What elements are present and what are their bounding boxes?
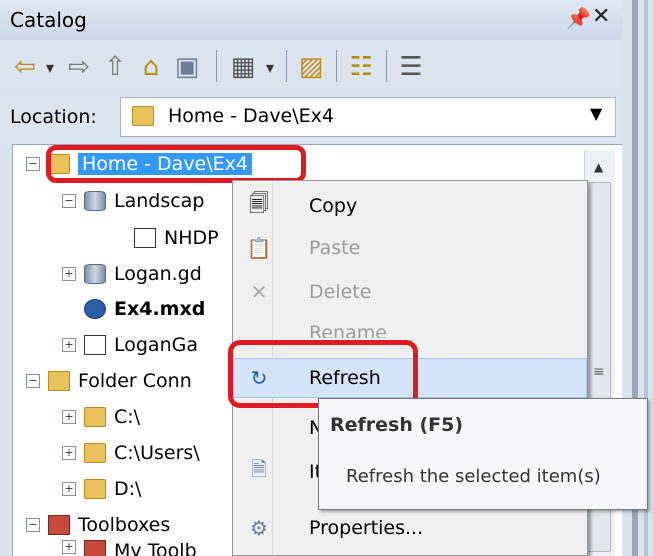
folder-icon (84, 407, 106, 427)
menu-item-label: Rename (309, 322, 387, 338)
tree-item-label: My Toolb (114, 540, 197, 556)
tooltip-title: Refresh (F5) (330, 414, 464, 436)
catalog-tree-icon[interactable]: ☷ (346, 50, 376, 84)
toolboxes-icon (48, 515, 70, 535)
toolbar-separator (386, 50, 387, 82)
toolbar-separator (336, 50, 337, 82)
geodatabase-icon (84, 264, 106, 284)
dropdown-arrow-icon[interactable]: ▾ (42, 50, 58, 84)
tree-item-my-toolboxes[interactable]: + My Toolb (62, 540, 197, 556)
menu-item-label: Properties... (309, 517, 424, 539)
tree-item-label: Toolboxes (78, 514, 171, 536)
back-icon[interactable]: ⇦ (10, 50, 40, 84)
location-value: Home - Dave\Ex4 (168, 105, 334, 127)
grip-icon: ≡ (593, 364, 605, 380)
folder-home-icon (132, 106, 154, 126)
menu-item-copy[interactable]: 🗐 Copy (233, 186, 587, 226)
geodatabase-icon (84, 191, 106, 211)
options-icon[interactable]: ☰ (396, 50, 426, 84)
folder-icon (84, 479, 106, 499)
tree-item-logan-ga[interactable]: + LoganGa (62, 330, 198, 360)
collapse-icon[interactable]: − (26, 518, 40, 532)
window-title: Catalog (10, 8, 87, 32)
expand-icon[interactable]: + (62, 410, 76, 424)
tree-item-label: Logan.gd (114, 263, 202, 285)
forward-icon[interactable]: ⇨ (64, 50, 94, 84)
expand-icon[interactable]: + (62, 338, 76, 352)
tree-item-label: Folder Conn (78, 370, 192, 392)
expand-icon[interactable]: + (62, 482, 76, 496)
toolbar-separator (216, 50, 217, 82)
new-folder-icon[interactable]: ▨ (296, 50, 326, 84)
up-one-level-icon[interactable]: ⇧ (100, 50, 130, 84)
home-icon[interactable]: ⌂ (136, 50, 166, 84)
tree-item-label: C:\Users\ (114, 442, 200, 464)
folder-icon (84, 443, 106, 463)
menu-item-paste[interactable]: 📋 Paste (233, 228, 587, 268)
folder-connections-icon (48, 371, 70, 391)
expand-icon[interactable]: + (62, 446, 76, 460)
views-icon[interactable]: ▦ (228, 50, 258, 84)
tree-item-c-users[interactable]: + C:\Users\ (62, 438, 200, 468)
tree-item-folder-connections[interactable]: − Folder Conn (26, 366, 192, 396)
tree-item-nhdp[interactable]: NHDP (134, 223, 219, 253)
tooltip-body: Refresh the selected item(s) (346, 466, 601, 487)
collapse-icon[interactable]: − (26, 374, 40, 388)
tree-item-label: LoganGa (114, 334, 198, 356)
pin-icon[interactable]: 📌 (566, 6, 591, 30)
toolbox-file-icon (84, 335, 106, 355)
menu-item-properties[interactable]: ⚙ Properties... (233, 508, 587, 548)
tree-item-d-drive[interactable]: + D:\ (62, 474, 141, 504)
tree-item-ex4-mxd[interactable]: Ex4.mxd (84, 294, 205, 324)
toolbar-separator (286, 50, 287, 82)
tree-item-toolboxes[interactable]: − Toolboxes (26, 510, 170, 540)
tree-item-label: Landscap (114, 190, 205, 212)
views-dropdown-icon[interactable]: ▾ (262, 50, 278, 84)
scroll-up-icon[interactable]: ▲ (594, 160, 603, 174)
tree-item-label: C:\ (114, 406, 141, 428)
connect-folder-icon[interactable]: ▣ (172, 50, 202, 84)
highlight-annotation (46, 145, 306, 183)
menu-item-label: Paste (309, 237, 361, 259)
location-label: Location: (10, 106, 97, 128)
expand-icon[interactable]: + (62, 267, 76, 281)
tree-item-logan-gdb[interactable]: + Logan.gd (62, 259, 202, 289)
feature-class-icon (134, 228, 156, 248)
title-bar (0, 0, 622, 40)
paste-icon: 📋 (246, 236, 272, 260)
tree-item-label: D:\ (114, 478, 142, 500)
collapse-icon[interactable]: − (26, 157, 40, 171)
expand-icon[interactable]: + (62, 540, 76, 554)
toolbox-icon (84, 540, 106, 556)
delete-icon: ✕ (250, 280, 268, 304)
menu-item-delete[interactable]: ✕ Delete (233, 272, 587, 312)
tree-item-label: NHDP (164, 227, 219, 249)
tree-item-label: Ex4.mxd (114, 298, 206, 320)
item-description-icon: 🗎 (250, 457, 268, 481)
chevron-down-icon[interactable]: ▼ (590, 104, 602, 123)
copy-icon: 🗐 (249, 191, 269, 215)
close-icon[interactable]: ✕ (592, 4, 610, 29)
properties-icon: ⚙ (250, 516, 268, 540)
tree-item-landscape[interactable]: − Landscap (62, 186, 204, 216)
menu-item-label: Copy (309, 195, 358, 217)
collapse-icon[interactable]: − (62, 194, 76, 208)
tree-item-c-drive[interactable]: + C:\ (62, 402, 140, 432)
map-document-icon (84, 299, 106, 319)
menu-item-label: Delete (309, 281, 372, 303)
menu-item-rename[interactable]: Rename (233, 314, 587, 338)
